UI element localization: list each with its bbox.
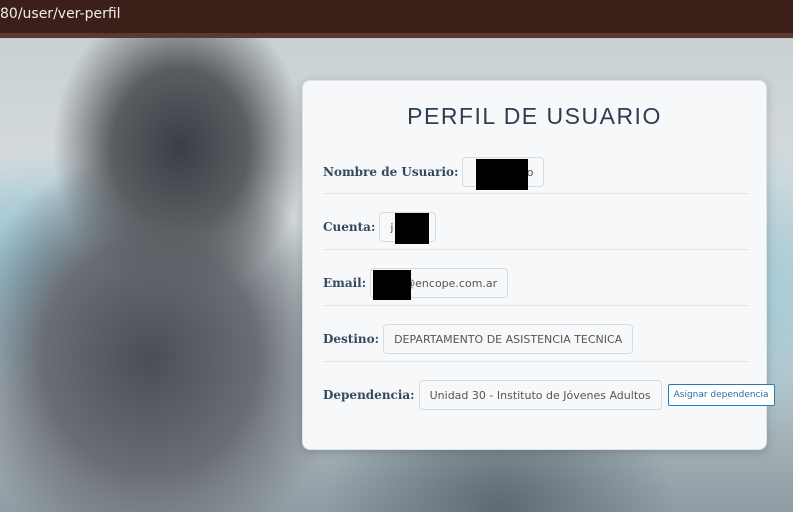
destination-row: Destino: DEPARTAMENTO DE ASISTENCIA TECN… — [323, 324, 634, 354]
dependency-row: Dependencia: Unidad 30 - Instituto de Jó… — [323, 380, 775, 410]
redaction-block — [395, 213, 430, 244]
username-row: Nombre de Usuario: o — [323, 157, 545, 190]
destination-label: Destino: — [323, 332, 380, 346]
redaction-block — [476, 159, 529, 190]
divider — [323, 249, 748, 250]
url-text: 80/user/ver-perfil — [0, 6, 121, 22]
dependency-value: Unidad 30 - Instituto de Jóvenes Adultos — [418, 380, 662, 410]
email-row: Email: o@encope.com.ar — [323, 268, 509, 300]
profile-card: PERFIL DE USUARIO Nombre de Usuario: o C… — [302, 80, 775, 450]
email-value: o@encope.com.ar — [370, 268, 509, 300]
divider — [323, 305, 748, 306]
address-bar[interactable]: 80/user/ver-perfil — [0, 0, 793, 33]
page-title: PERFIL DE USUARIO — [407, 103, 662, 129]
account-value-text: j — [390, 220, 394, 234]
account-label: Cuenta: — [323, 220, 376, 234]
dependency-value-text: Unidad 30 - Instituto de Jóvenes Adultos — [429, 388, 651, 402]
divider — [323, 361, 748, 362]
account-row: Cuenta: j — [323, 212, 437, 244]
account-value: j — [379, 212, 437, 244]
email-value-text: o@encope.com.ar — [397, 276, 498, 290]
email-label: Email: — [323, 276, 367, 290]
divider — [323, 193, 748, 194]
username-value: o — [462, 157, 545, 190]
destination-value-text: DEPARTAMENTO DE ASISTENCIA TECNICA — [394, 332, 623, 346]
destination-value: DEPARTAMENTO DE ASISTENCIA TECNICA — [383, 324, 634, 354]
redaction-block — [373, 270, 412, 300]
assign-dependency-button[interactable]: Asignar dependencia — [667, 384, 775, 406]
username-label: Nombre de Usuario: — [323, 165, 459, 179]
dependency-label: Dependencia: — [323, 388, 415, 402]
